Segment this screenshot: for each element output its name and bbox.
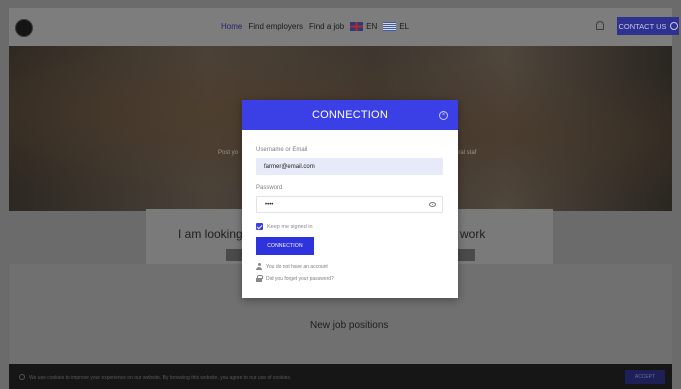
uk-flag-icon — [350, 22, 364, 31]
login-modal: CONNECTION × Username or Email farmer@em… — [242, 100, 458, 298]
keep-signed-in-label: Keep me signed in — [267, 224, 313, 230]
site-header: Home Find employers Find a job EN EL CON… — [9, 8, 679, 46]
user-icon — [256, 263, 262, 270]
username-input[interactable]: farmer@email.com — [256, 158, 443, 175]
work-heading: work — [460, 227, 486, 241]
accept-cookies-button[interactable]: ACCEPT — [625, 370, 665, 384]
username-label: Username or Email — [256, 147, 308, 153]
modal-header: CONNECTION × — [242, 100, 458, 130]
greece-flag-icon — [383, 22, 397, 31]
keep-signed-in-checkbox[interactable] — [256, 223, 263, 230]
forgot-password-link[interactable]: Did you forget your password? — [266, 276, 334, 282]
cookie-text: We use cookies to improve your experienc… — [29, 375, 292, 381]
language-en-label: EN — [366, 22, 378, 31]
language-en[interactable]: EN — [350, 22, 377, 31]
contact-circle-icon — [669, 22, 678, 30]
role-button-right[interactable] — [457, 249, 475, 261]
new-jobs-heading: New job positions — [310, 320, 389, 331]
cookie-bar: We use cookies to improve your experienc… — [9, 364, 672, 389]
contact-us-button[interactable]: CONTACT US — [617, 17, 679, 35]
connection-submit-button[interactable]: CONNECTION — [256, 237, 314, 255]
lock-icon — [256, 275, 263, 282]
language-el[interactable]: EL — [383, 22, 409, 31]
bell-icon[interactable] — [596, 21, 604, 30]
looking-heading: I am looking — [178, 227, 243, 241]
main-nav: Home Find employers Find a job EN EL — [221, 22, 415, 31]
role-button-left[interactable] — [226, 249, 242, 261]
show-password-icon[interactable] — [429, 202, 436, 207]
info-icon — [19, 374, 25, 380]
no-account-link[interactable]: You do not have an account — [266, 264, 328, 270]
close-icon[interactable]: × — [439, 111, 448, 120]
password-value: •••• — [265, 201, 274, 208]
site-logo[interactable] — [15, 19, 33, 37]
modal-title: CONNECTION — [312, 109, 388, 121]
hero-text-left: Post yo — [218, 150, 239, 156]
nav-find-employers-link[interactable]: Find employers — [248, 22, 303, 31]
language-el-label: EL — [399, 22, 410, 31]
nav-find-a-job-link[interactable]: Find a job — [309, 22, 344, 31]
password-label: Password — [256, 185, 283, 191]
password-input[interactable]: •••• — [256, 196, 443, 213]
contact-us-label: CONTACT US — [618, 21, 667, 31]
nav-home-link[interactable]: Home — [221, 22, 242, 31]
hero-text-right: ural staf — [455, 150, 477, 156]
